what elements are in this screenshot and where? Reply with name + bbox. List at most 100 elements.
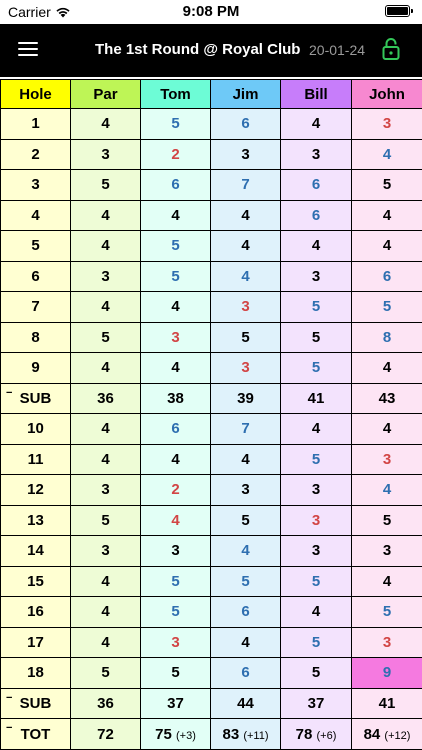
score-john[interactable]: 6 — [351, 260, 422, 292]
score-tom[interactable]: 5 — [140, 657, 211, 689]
score-john[interactable]: 4 — [351, 230, 422, 262]
score-bill[interactable]: 4 — [280, 230, 352, 262]
subtotal-tom: 37 — [140, 687, 211, 719]
score-jim[interactable]: 3 — [210, 138, 281, 170]
score-john[interactable]: 4 — [351, 474, 422, 506]
hole-number: 8 — [0, 321, 71, 353]
collapse-toggle[interactable]: − — [6, 387, 12, 399]
score-john[interactable]: 5 — [351, 291, 422, 323]
score-jim[interactable]: 7 — [210, 169, 281, 201]
score-tom[interactable]: 4 — [140, 199, 211, 231]
score-jim[interactable]: 7 — [210, 413, 281, 445]
unlock-icon[interactable] — [382, 38, 400, 60]
score-jim[interactable]: 5 — [210, 504, 281, 536]
score-bill[interactable]: 5 — [280, 565, 352, 597]
hole-number: 3 — [0, 169, 71, 201]
hole-number: 2 — [0, 138, 71, 170]
score-bill[interactable]: 3 — [280, 504, 352, 536]
score-jim[interactable]: 3 — [210, 352, 281, 384]
score-bill[interactable]: 3 — [280, 474, 352, 506]
header-player-bill[interactable]: Bill — [280, 79, 352, 109]
hole-number: 12 — [0, 474, 71, 506]
score-john[interactable]: 4 — [351, 413, 422, 445]
score-jim[interactable]: 4 — [210, 260, 281, 292]
score-jim[interactable]: 3 — [210, 474, 281, 506]
score-john[interactable]: 5 — [351, 504, 422, 536]
score-bill[interactable]: 3 — [280, 535, 352, 567]
score-jim[interactable]: 4 — [210, 626, 281, 658]
score-tom[interactable]: 3 — [140, 535, 211, 567]
header-hole[interactable]: Hole — [0, 79, 71, 109]
par-value: 3 — [70, 260, 141, 292]
score-bill[interactable]: 5 — [280, 321, 352, 353]
collapse-toggle[interactable]: − — [6, 722, 12, 734]
score-jim[interactable]: 6 — [210, 108, 281, 140]
score-john[interactable]: 5 — [351, 169, 422, 201]
score-bill[interactable]: 5 — [280, 443, 352, 475]
score-tom[interactable]: 4 — [140, 443, 211, 475]
score-john[interactable]: 4 — [351, 565, 422, 597]
score-bill[interactable]: 3 — [280, 138, 352, 170]
score-tom[interactable]: 4 — [140, 352, 211, 384]
score-john[interactable]: 4 — [351, 352, 422, 384]
navigation-bar: The 1st Round @ Royal Club 20-01-24 — [0, 24, 422, 77]
score-tom[interactable]: 4 — [140, 291, 211, 323]
score-tom[interactable]: 3 — [140, 321, 211, 353]
score-bill[interactable]: 5 — [280, 657, 352, 689]
score-tom[interactable]: 6 — [140, 413, 211, 445]
score-jim[interactable]: 4 — [210, 199, 281, 231]
score-bill[interactable]: 5 — [280, 291, 352, 323]
score-john[interactable]: 9 — [351, 657, 422, 689]
score-john[interactable]: 8 — [351, 321, 422, 353]
par-value: 4 — [70, 230, 141, 262]
subtotal-label: − SUB — [0, 382, 71, 414]
score-john[interactable]: 4 — [351, 199, 422, 231]
score-bill[interactable]: 6 — [280, 169, 352, 201]
menu-icon[interactable] — [18, 42, 38, 58]
hole-row: 18 5 5 6 5 9 — [0, 657, 422, 689]
score-tom[interactable]: 5 — [140, 260, 211, 292]
score-bill[interactable]: 4 — [280, 596, 352, 628]
score-john[interactable]: 3 — [351, 443, 422, 475]
header-player-tom[interactable]: Tom — [140, 79, 211, 109]
score-jim[interactable]: 4 — [210, 230, 281, 262]
header-player-john[interactable]: John — [351, 79, 422, 109]
score-tom[interactable]: 5 — [140, 565, 211, 597]
score-john[interactable]: 3 — [351, 626, 422, 658]
collapse-toggle[interactable]: − — [6, 692, 12, 704]
score-jim[interactable]: 5 — [210, 565, 281, 597]
score-tom[interactable]: 5 — [140, 230, 211, 262]
score-jim[interactable]: 4 — [210, 443, 281, 475]
subtotal-john: 41 — [351, 687, 422, 719]
subtotal-label-text: SUB — [19, 694, 52, 712]
score-jim[interactable]: 4 — [210, 535, 281, 567]
score-jim[interactable]: 5 — [210, 321, 281, 353]
score-tom[interactable]: 3 — [140, 626, 211, 658]
score-tom[interactable]: 2 — [140, 138, 211, 170]
score-bill[interactable]: 3 — [280, 260, 352, 292]
score-bill[interactable]: 4 — [280, 413, 352, 445]
score-tom[interactable]: 5 — [140, 108, 211, 140]
score-tom[interactable]: 5 — [140, 596, 211, 628]
score-tom[interactable]: 2 — [140, 474, 211, 506]
score-bill[interactable]: 4 — [280, 108, 352, 140]
score-john[interactable]: 5 — [351, 596, 422, 628]
score-jim[interactable]: 6 — [210, 596, 281, 628]
score-jim[interactable]: 6 — [210, 657, 281, 689]
score-tom[interactable]: 4 — [140, 504, 211, 536]
battery-icon — [385, 5, 413, 17]
hole-number: 10 — [0, 413, 71, 445]
total-over-par: (+12) — [384, 729, 411, 742]
score-john[interactable]: 3 — [351, 108, 422, 140]
subtotal-row: − SUB 36 37 44 37 41 — [0, 687, 422, 719]
score-john[interactable]: 4 — [351, 138, 422, 170]
header-player-jim[interactable]: Jim — [210, 79, 281, 109]
score-bill[interactable]: 5 — [280, 626, 352, 658]
score-bill[interactable]: 6 — [280, 199, 352, 231]
score-jim[interactable]: 3 — [210, 291, 281, 323]
score-bill[interactable]: 5 — [280, 352, 352, 384]
score-john[interactable]: 3 — [351, 535, 422, 567]
hole-number: 14 — [0, 535, 71, 567]
header-par[interactable]: Par — [70, 79, 141, 109]
score-tom[interactable]: 6 — [140, 169, 211, 201]
